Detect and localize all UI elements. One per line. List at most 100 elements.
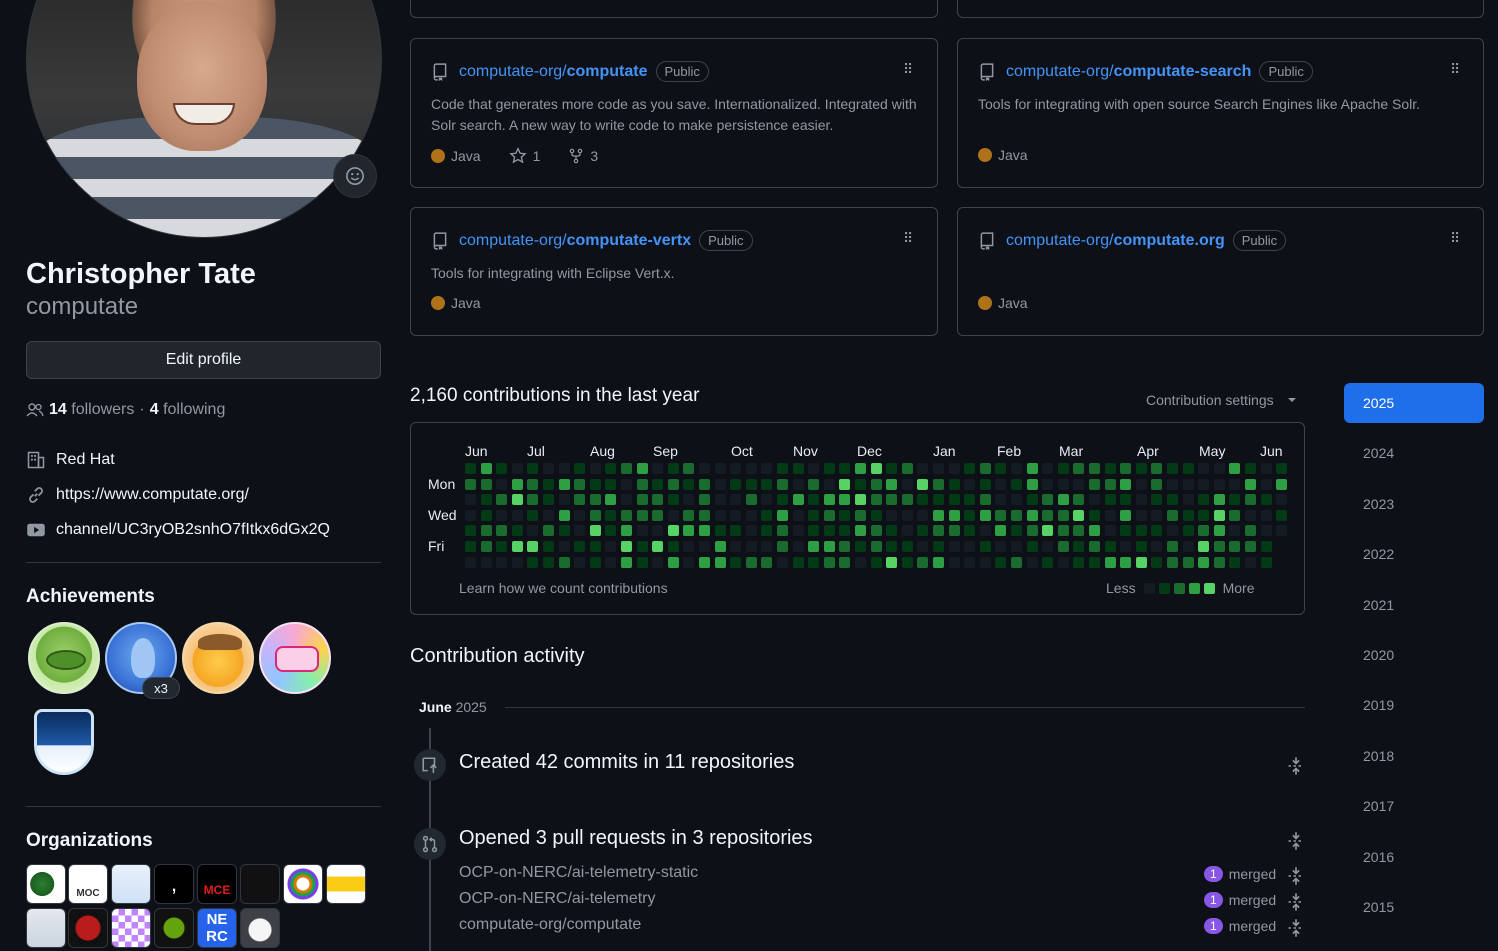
contribution-day[interactable] <box>496 556 508 568</box>
contribution-day[interactable] <box>1057 494 1069 506</box>
contribution-day[interactable] <box>745 478 757 490</box>
edit-profile-button[interactable]: Edit profile <box>26 341 381 379</box>
contribution-day[interactable] <box>1120 509 1132 521</box>
contribution-day[interactable] <box>761 478 773 490</box>
drag-handle-icon[interactable]: ⠿ <box>903 230 913 247</box>
contribution-day[interactable] <box>1057 556 1069 568</box>
contribution-day[interactable] <box>1182 525 1194 537</box>
contribution-day[interactable] <box>886 525 898 537</box>
contribution-day[interactable] <box>823 525 835 537</box>
following-link[interactable]: 4 following <box>150 401 226 419</box>
contribution-day[interactable] <box>1167 541 1178 552</box>
contribution-day[interactable] <box>699 509 710 521</box>
contribution-day[interactable] <box>558 556 570 568</box>
contribution-day[interactable] <box>496 463 508 474</box>
contribution-day[interactable] <box>511 463 523 474</box>
contribution-day[interactable] <box>1198 478 1210 490</box>
contribution-day[interactable] <box>1213 494 1225 506</box>
contribution-day[interactable] <box>745 556 757 568</box>
contribution-day[interactable] <box>901 556 913 568</box>
contribution-day[interactable] <box>543 525 554 537</box>
contribution-day[interactable] <box>527 525 539 537</box>
contribution-day[interactable] <box>777 494 788 506</box>
contribution-day[interactable] <box>870 463 882 474</box>
contribution-day[interactable] <box>823 541 835 552</box>
contribution-day[interactable] <box>1167 494 1178 506</box>
contribution-day[interactable] <box>527 556 539 568</box>
contribution-day[interactable] <box>1057 509 1069 521</box>
contribution-day[interactable] <box>574 525 586 537</box>
contribution-day[interactable] <box>1229 463 1241 474</box>
contribution-day[interactable] <box>995 478 1007 490</box>
contribution-day[interactable] <box>1260 541 1272 552</box>
contribution-day[interactable] <box>621 556 632 568</box>
org-avatar[interactable] <box>111 908 151 948</box>
contribution-day[interactable] <box>886 541 898 552</box>
contribution-day[interactable] <box>1011 556 1022 568</box>
contribution-day[interactable] <box>1042 541 1054 552</box>
contribution-day[interactable] <box>730 494 742 506</box>
contribution-day[interactable] <box>652 509 664 521</box>
contribution-day[interactable] <box>777 478 788 490</box>
contribution-day[interactable] <box>465 509 476 521</box>
profile-youtube[interactable]: channel/UC3ryOB2snhO7fItkx6dGx2Q <box>26 520 330 540</box>
contribution-day[interactable] <box>621 478 632 490</box>
contribution-day[interactable] <box>777 463 788 474</box>
contribution-day[interactable] <box>1089 541 1100 552</box>
contribution-day[interactable] <box>1073 463 1085 474</box>
contribution-day[interactable] <box>901 463 913 474</box>
contribution-day[interactable] <box>699 556 710 568</box>
contribution-day[interactable] <box>730 509 742 521</box>
contribution-day[interactable] <box>496 541 508 552</box>
contribution-day[interactable] <box>1089 463 1100 474</box>
contribution-day[interactable] <box>745 525 757 537</box>
contribution-day[interactable] <box>1276 494 1288 506</box>
contribution-day[interactable] <box>730 556 742 568</box>
contribution-day[interactable] <box>496 494 508 506</box>
year-filter-2024[interactable]: 2024 <box>1344 433 1484 473</box>
contribution-day[interactable] <box>1198 556 1210 568</box>
year-filter-2022[interactable]: 2022 <box>1344 534 1484 574</box>
contribution-day[interactable] <box>543 478 554 490</box>
contribution-day[interactable] <box>527 509 539 521</box>
contribution-day[interactable] <box>948 478 960 490</box>
contribution-day[interactable] <box>901 494 913 506</box>
contribution-day[interactable] <box>870 478 882 490</box>
contribution-day[interactable] <box>605 556 617 568</box>
contribution-day[interactable] <box>589 494 601 506</box>
contribution-day[interactable] <box>1042 494 1054 506</box>
contribution-day[interactable] <box>979 541 991 552</box>
contribution-day[interactable] <box>1011 478 1022 490</box>
contribution-day[interactable] <box>1245 556 1256 568</box>
contribution-day[interactable] <box>589 541 601 552</box>
contribution-day[interactable] <box>792 556 804 568</box>
fork-icon[interactable] <box>568 147 584 165</box>
contribution-day[interactable] <box>1182 541 1194 552</box>
expand-icon[interactable] <box>1286 918 1306 943</box>
contribution-day[interactable] <box>1042 509 1054 521</box>
contribution-day[interactable] <box>1151 463 1163 474</box>
contribution-day[interactable] <box>917 494 929 506</box>
contribution-day[interactable] <box>1245 525 1256 537</box>
contribution-day[interactable] <box>777 525 788 537</box>
contribution-day[interactable] <box>1089 525 1100 537</box>
contribution-day[interactable] <box>636 509 648 521</box>
contribution-day[interactable] <box>839 541 851 552</box>
contribution-day[interactable] <box>1135 478 1147 490</box>
contribution-day[interactable] <box>496 525 508 537</box>
contribution-day[interactable] <box>1276 509 1288 521</box>
contribution-day[interactable] <box>1026 525 1038 537</box>
contribution-day[interactable] <box>901 478 913 490</box>
contribution-day[interactable] <box>1135 509 1147 521</box>
contribution-day[interactable] <box>1104 525 1116 537</box>
contribution-day[interactable] <box>558 478 570 490</box>
contribution-day[interactable] <box>636 478 648 490</box>
contribution-day[interactable] <box>979 509 991 521</box>
contribution-day[interactable] <box>870 494 882 506</box>
contribution-day[interactable] <box>745 463 757 474</box>
contribution-day[interactable] <box>1167 509 1178 521</box>
contribution-day[interactable] <box>792 525 804 537</box>
contribution-day[interactable] <box>839 463 851 474</box>
contribution-day[interactable] <box>777 509 788 521</box>
contribution-day[interactable] <box>839 494 851 506</box>
